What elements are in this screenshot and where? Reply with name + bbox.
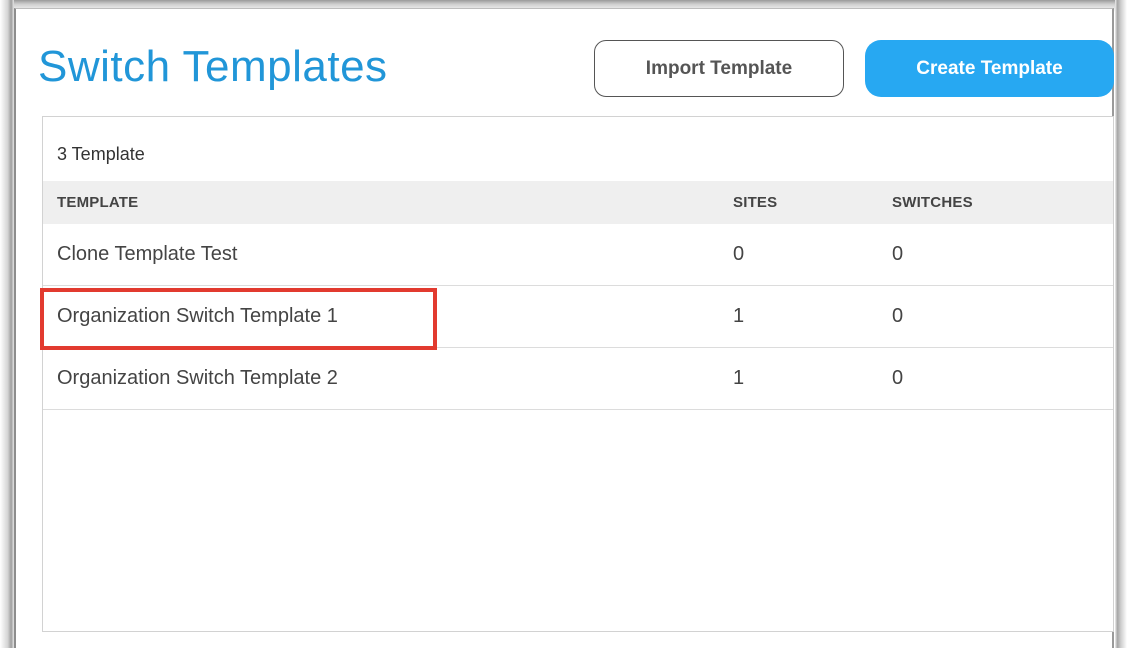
import-template-button[interactable]: Import Template: [594, 40, 844, 97]
sites-cell: 1: [733, 367, 745, 389]
switches-cell: 0: [892, 367, 904, 389]
column-header-sites[interactable]: SITES: [733, 194, 777, 211]
frame-shadow-right: [1115, 0, 1127, 648]
switches-cell: 0: [892, 243, 904, 265]
table-row[interactable]: Organization Switch Template 2 1 0: [43, 348, 1113, 410]
create-template-button[interactable]: Create Template: [865, 40, 1114, 97]
page-title: Switch Templates: [38, 42, 388, 91]
template-count: 3 Template: [57, 144, 145, 164]
frame-shadow-left: [0, 0, 14, 648]
template-name-cell[interactable]: Organization Switch Template 2: [57, 367, 338, 390]
switches-cell: 0: [892, 305, 904, 327]
template-name-cell[interactable]: Organization Switch Template 1: [57, 305, 338, 328]
template-name-cell[interactable]: Clone Template Test: [57, 243, 237, 266]
templates-table-panel: 3 Template TEMPLATE SITES SWITCHES Clone…: [40, 116, 1114, 632]
sites-cell: 0: [733, 243, 745, 265]
table-row[interactable]: Organization Switch Template 1 1 0: [40, 286, 1113, 350]
switch-templates-window: Switch Templates Import Template Create …: [14, 8, 1114, 648]
column-header-switches[interactable]: SWITCHES: [892, 194, 973, 211]
table-header: TEMPLATE SITES SWITCHES: [43, 181, 1113, 224]
screenshot-frame: Switch Templates Import Template Create …: [0, 0, 1127, 648]
table-row[interactable]: Clone Template Test 0 0: [43, 224, 1113, 286]
sites-cell: 1: [733, 305, 745, 327]
column-header-template[interactable]: TEMPLATE: [57, 194, 138, 211]
